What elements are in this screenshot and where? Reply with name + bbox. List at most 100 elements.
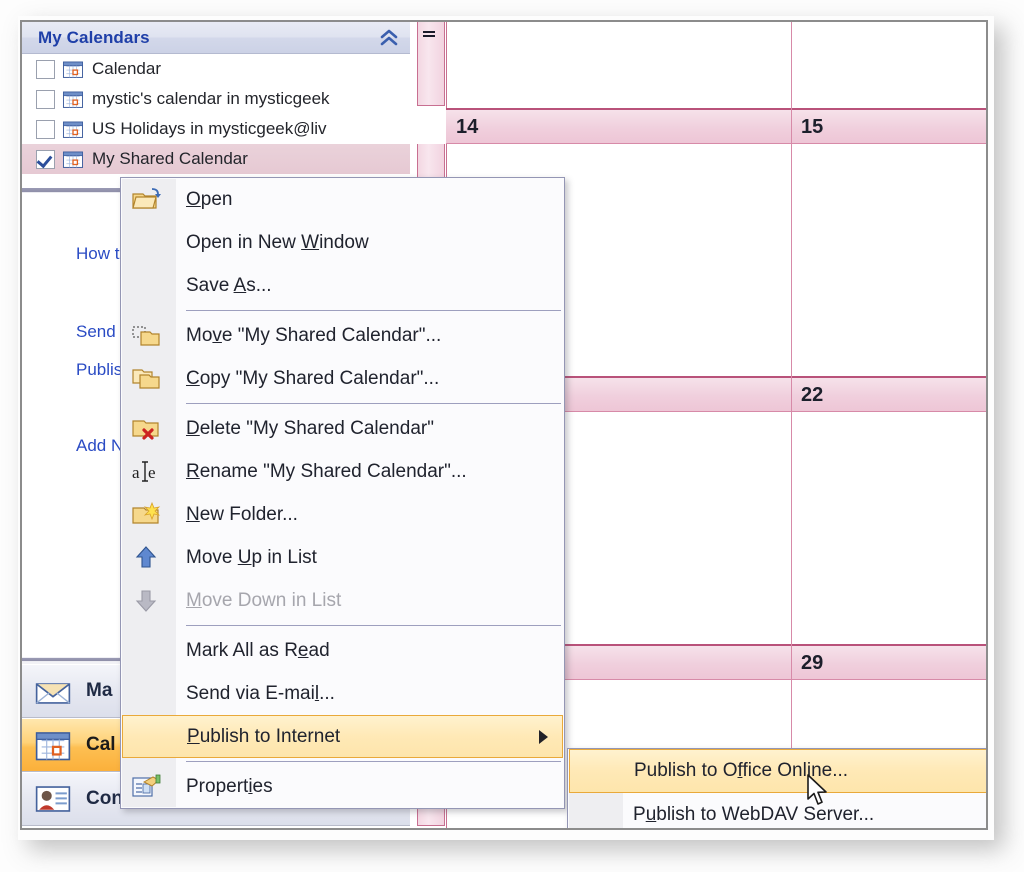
menu-item-label: Save As... [186,274,272,296]
folder-context-menu[interactable]: Open Open in New Window Save As... Move "My… [120,177,565,809]
menu-item-copy-my-shared-calendar[interactable]: Copy "My Shared Calendar"... [121,357,564,400]
menu-item-label: Move "My Shared Calendar"... [186,324,442,346]
calendar-icon [32,728,74,762]
menu-item-label: Rename "My Shared Calendar"... [186,460,467,482]
calendar-icon [62,151,84,168]
menu-item-move-up-in-list[interactable]: Move Up in List [121,536,564,579]
menu-item-label: Properties [186,775,273,797]
day-number[interactable]: 15 [801,116,823,139]
chevron-double-up-icon[interactable] [376,25,402,51]
submenu-item-label: Publish to Office Online... [634,760,849,781]
submenu-item-publish-to-office-online[interactable]: Publish to Office Online... [569,749,986,793]
contact-card-icon [32,782,74,816]
menu-item-label: Copy "My Shared Calendar"... [186,367,440,389]
calendar-list-item[interactable]: US Holidays in mysticgeek@liv [22,114,410,144]
calendar-task-link[interactable]: How t [76,244,119,264]
calendar-checkbox[interactable] [36,59,55,79]
day-column-divider [791,412,792,644]
rename-icon: ae [131,458,161,485]
mail-envelope-icon [35,683,71,704]
calendar-checkbox[interactable] [36,89,55,109]
calendar-icon [35,732,71,761]
screenshot-root: 14 15 22 29 My Calendars Calendar mystic's c… [0,0,1024,872]
day-number[interactable]: 14 [456,116,478,139]
delete-folder-icon [132,420,159,440]
calendar-task-link[interactable]: Send [76,322,116,342]
arrow-down-icon [135,590,157,612]
copy-folder-icon [132,369,160,389]
menu-item-label: Move Up in List [186,546,317,568]
day-column-divider [791,22,792,108]
chevron-right-icon [539,729,548,744]
menu-item-move-my-shared-calendar[interactable]: Move "My Shared Calendar"... [121,314,564,357]
day-column-divider [791,644,792,680]
menu-item-open[interactable]: Open [121,178,564,221]
svg-text:e: e [148,463,156,482]
delete-folder-icon [131,415,161,442]
svg-text:a: a [132,463,140,482]
menu-item-delete-my-shared-calendar[interactable]: Delete "My Shared Calendar" [121,407,564,450]
properties-icon [132,774,161,797]
contact-card-icon [35,786,71,812]
new-folder-icon [132,501,161,524]
calendar-list-item[interactable]: mystic's calendar in mysticgeek [22,84,410,114]
day-header-row: 14 15 [446,108,986,144]
calendar-list-item[interactable]: Calendar [22,54,410,84]
menu-item-new-folder[interactable]: New Folder... [121,493,564,536]
day-number[interactable]: 29 [801,652,823,675]
calendar-icon [62,89,84,109]
page-title: My Calendars [38,27,150,47]
menu-separator [186,761,561,762]
arrow-up-icon [135,546,157,568]
submenu-item-publish-to-webdav-server[interactable]: Publish to WebDAV Server... [568,793,986,828]
calendar-list[interactable]: Calendar mystic's calendar in mysticgeek U… [22,54,410,186]
calendar-icon [62,149,84,169]
submenu-item-label: Publish to WebDAV Server... [633,804,875,825]
calendar-list-item-label: My Shared Calendar [92,149,248,168]
new-folder-icon [131,501,161,528]
menu-item-properties[interactable]: Properties [121,765,564,808]
calendar-list-item-label: US Holidays in mysticgeek@liv [92,119,327,138]
calendar-icon [62,91,84,108]
day-column-divider [791,108,792,144]
menu-item-mark-all-as-read[interactable]: Mark All as Read [121,629,564,672]
move-folder-icon [131,322,161,349]
copy-folder-icon [131,365,161,392]
module-button-label: Cal [86,734,116,755]
calendar-icon [62,61,84,78]
calendar-list-item-label: mystic's calendar in mysticgeek [92,89,330,108]
calendar-icon [62,119,84,139]
menu-item-label: Open [186,188,233,210]
menu-separator [186,310,561,311]
menu-item-label: Open in New Window [186,231,369,253]
menu-item-label: New Folder... [186,503,298,525]
arrow-up-icon [131,544,161,571]
calendar-checkbox[interactable] [36,149,55,169]
calendar-checkbox[interactable] [36,119,55,139]
menu-item-label: Send via E-mail... [186,682,335,704]
module-button-label: Ma [86,680,113,701]
publish-to-internet-submenu[interactable]: Publish to Office Online... Publish to We… [567,748,986,828]
menu-item-open-in-new-window[interactable]: Open in New Window [121,221,564,264]
rename-icon: ae [132,461,156,482]
calendar-task-link[interactable]: Publis [76,360,122,380]
my-calendars-header: My Calendars [22,22,410,54]
calendar-list-item[interactable]: My Shared Calendar [22,144,410,174]
outlook-window: 14 15 22 29 My Calendars Calendar mystic's c… [20,20,988,830]
properties-icon [131,773,161,800]
menu-item-publish-to-internet[interactable]: Publish to Internet [122,715,563,758]
module-button-label: Con [86,788,123,809]
week-number-marks-icon [422,26,438,37]
day-number[interactable]: 22 [801,384,823,407]
day-column-divider [791,144,792,376]
move-folder-icon [132,326,160,346]
menu-item-label: Mark All as Read [186,639,330,661]
calendar-task-link[interactable]: Add N [76,436,123,456]
menu-separator [186,403,561,404]
menu-item-save-as[interactable]: Save As... [121,264,564,307]
day-column-divider [791,376,792,412]
menu-item-rename-my-shared-calendar[interactable]: a e Rename "My Shared Calendar"... [121,450,564,493]
menu-item-send-via-e-mail[interactable]: Send via E-mail... [121,672,564,715]
open-folder-icon [132,188,161,209]
menu-item-label: Delete "My Shared Calendar" [186,417,434,439]
